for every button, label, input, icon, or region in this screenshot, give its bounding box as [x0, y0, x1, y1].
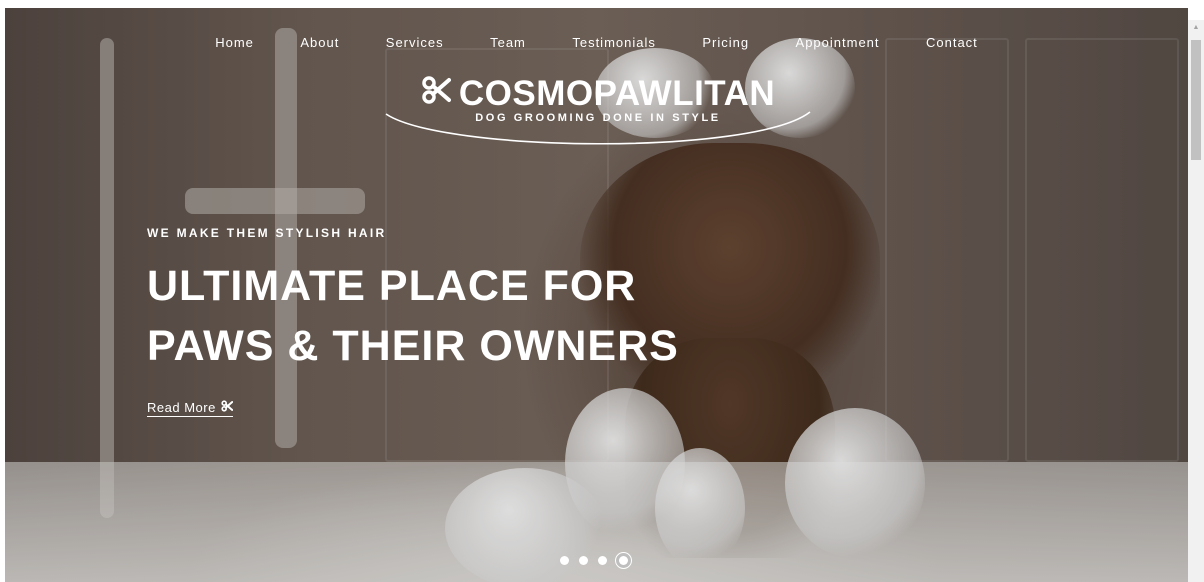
slider-pagination [560, 556, 628, 565]
read-more-label: Read More [147, 400, 216, 415]
hero-content: WE MAKE THEM STYLISH HAIR ULTIMATE PLACE… [147, 226, 679, 417]
hero-eyebrow: WE MAKE THEM STYLISH HAIR [147, 226, 387, 240]
hero-headline: ULTIMATE PLACE FOR PAWS & THEIR OWNERS [147, 256, 679, 376]
nav-item-services[interactable]: Services [386, 35, 444, 50]
hero-viewport: Home About Services Team Testimonials Pr… [5, 8, 1188, 582]
scissors-icon [221, 400, 234, 415]
slider-dot-1[interactable] [560, 556, 569, 565]
nav-item-appointment[interactable]: Appointment [796, 35, 880, 50]
nav-item-about[interactable]: About [300, 35, 339, 50]
nav-item-pricing[interactable]: Pricing [702, 35, 749, 50]
nav-item-contact[interactable]: Contact [926, 35, 978, 50]
slider-dot-4-active[interactable] [619, 556, 628, 565]
slider-dot-2[interactable] [579, 556, 588, 565]
site-logo[interactable]: COSMOPAWLITAN DOG GROOMING DONE IN STYLE [383, 74, 813, 160]
main-navigation: Home About Services Team Testimonials Pr… [5, 34, 1188, 52]
nav-item-testimonials[interactable]: Testimonials [572, 35, 656, 50]
logo-swoosh [385, 111, 811, 145]
nav-item-home[interactable]: Home [215, 35, 254, 50]
hero-headline-line-1: ULTIMATE PLACE FOR [147, 262, 637, 310]
nav-item-team[interactable]: Team [490, 35, 526, 50]
hero-headline-line-2: PAWS & THEIR OWNERS [147, 322, 679, 370]
read-more-link[interactable]: Read More [147, 400, 234, 417]
slider-dot-3[interactable] [598, 556, 607, 565]
scrollbar-thumb[interactable] [1191, 40, 1201, 160]
scroll-up-arrow-icon[interactable]: ▲ [1188, 20, 1204, 34]
page-scrollbar[interactable]: ▲ [1188, 20, 1204, 582]
